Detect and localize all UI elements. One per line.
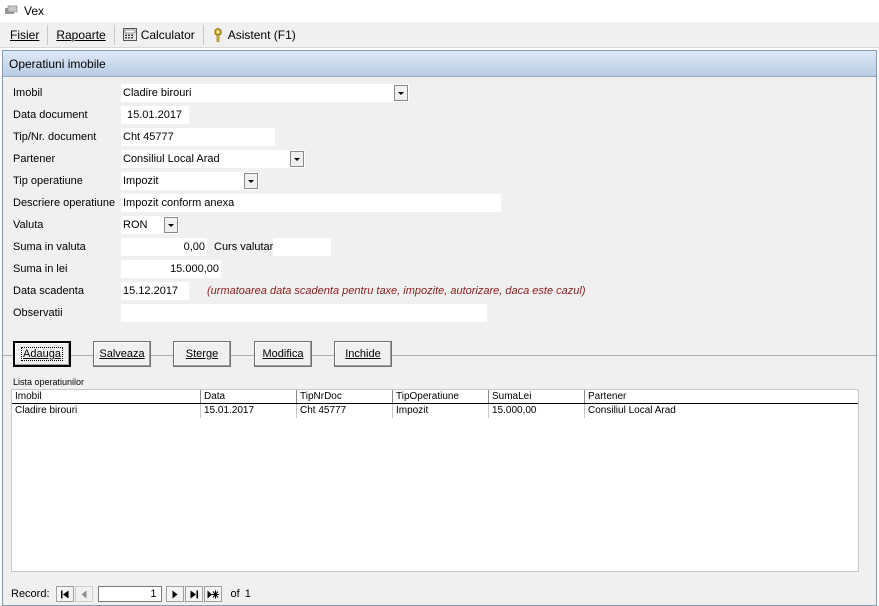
partener-label: Partener: [13, 153, 56, 165]
cell-data: 15.01.2017: [201, 404, 297, 418]
imobil-dropdown-button[interactable]: [394, 85, 408, 101]
chevron-down-icon: [168, 223, 174, 227]
menu-rapoarte[interactable]: Rapoarte: [50, 24, 111, 46]
modifica-button-label: Modifica: [262, 348, 304, 360]
inchide-button-label: Inchide: [345, 348, 381, 360]
help-key-icon: [212, 27, 224, 42]
tip-operatiune-label: Tip operatiune: [13, 175, 83, 187]
chevron-down-icon: [398, 91, 404, 95]
observatii-field[interactable]: [121, 304, 487, 322]
cell-tipoperatiune: Impozit: [393, 404, 489, 418]
partener-dropdown-button[interactable]: [290, 151, 304, 167]
current-record-field[interactable]: 1: [97, 586, 162, 602]
imobil-combo[interactable]: Cladire birouri: [121, 84, 409, 102]
first-record-icon: [60, 590, 69, 598]
suma-in-valuta-field[interactable]: 0,00: [121, 238, 207, 256]
data-scadenta-hint: (urmatoarea data scadenta pentru taxe, i…: [207, 285, 586, 297]
column-header-sumalei[interactable]: SumaLei: [489, 390, 585, 403]
suma-in-lei-label: Suma in lei: [13, 263, 68, 275]
column-header-tipoperatiune[interactable]: TipOperatiune: [393, 390, 489, 403]
suma-in-lei-field[interactable]: 15.000,00: [121, 260, 221, 278]
descriere-operatiune-field[interactable]: Impozit conform anexa: [121, 194, 501, 212]
previous-record-icon: [81, 590, 87, 598]
menu-fisier[interactable]: Fisier: [4, 24, 45, 46]
operations-list[interactable]: Imobil Data TipNrDoc TipOperatiune SumaL…: [11, 389, 859, 572]
observatii-label: Observatii: [13, 307, 63, 319]
last-record-icon: [190, 590, 198, 598]
record-navigator: Record: 1 of 1: [3, 583, 876, 605]
partener-combo[interactable]: Consiliul Local Arad: [121, 150, 305, 168]
record-total: 1: [244, 588, 251, 600]
salveaza-button-label: Salveaza: [99, 348, 145, 360]
new-record-icon: [207, 590, 219, 598]
partener-value: Consiliul Local Arad: [123, 153, 220, 165]
cell-tipnrdoc: Cht 45777: [297, 404, 393, 418]
column-header-data[interactable]: Data: [201, 390, 297, 403]
menu-asistent[interactable]: Asistent (F1): [206, 24, 302, 46]
menu-fisier-label: Fisier: [10, 27, 40, 42]
first-record-button[interactable]: [55, 586, 74, 602]
column-header-tipnrdoc[interactable]: TipNrDoc: [297, 390, 393, 403]
record-of-label: of: [230, 588, 240, 600]
calculator-icon: [122, 28, 137, 41]
chevron-down-icon: [248, 179, 254, 183]
data-document-label: Data document: [13, 109, 88, 121]
tip-nr-document-field[interactable]: Cht 45777: [121, 128, 275, 146]
cell-imobil: Cladire birouri: [12, 404, 201, 418]
descriere-operatiune-label: Descriere operatiune: [13, 197, 116, 209]
menu-rapoarte-label: Rapoarte: [56, 27, 106, 42]
column-header-imobil[interactable]: Imobil: [12, 390, 201, 403]
data-scadenta-field[interactable]: 15.12.2017: [121, 282, 189, 300]
form-body: Imobil Cladire birouri Data document 15.…: [3, 77, 876, 605]
valuta-combo[interactable]: RON: [121, 216, 179, 234]
tip-nr-document-label: Tip/Nr. document: [13, 131, 97, 143]
data-document-field[interactable]: 15.01.2017: [121, 106, 189, 124]
tip-operatiune-dropdown-button[interactable]: [244, 173, 258, 189]
cell-partener: Consiliul Local Arad: [588, 405, 676, 416]
app-icon: [4, 5, 18, 17]
valuta-label: Valuta: [13, 219, 44, 231]
menu-bar: Fisier Rapoarte Calculator Asistent (F1): [0, 22, 879, 48]
valuta-value: RON: [123, 219, 148, 231]
last-record-button[interactable]: [184, 586, 203, 602]
imobil-value: Cladire birouri: [123, 87, 192, 99]
adauga-button[interactable]: Adauga: [13, 341, 71, 367]
next-record-icon: [172, 590, 178, 598]
valuta-dropdown-button[interactable]: [164, 217, 178, 233]
menu-separator: [202, 24, 204, 45]
form-title: Operatiuni imobile: [3, 51, 876, 77]
menu-separator: [47, 24, 49, 45]
list-header: Imobil Data TipNrDoc TipOperatiune SumaL…: [12, 390, 858, 404]
inchide-button[interactable]: Inchide: [334, 341, 392, 367]
new-record-button[interactable]: [203, 586, 222, 602]
menu-calculator-label: Calculator: [140, 27, 195, 42]
next-record-button[interactable]: [165, 586, 184, 602]
adauga-button-label: Adauga: [21, 347, 63, 361]
menu-calculator[interactable]: Calculator: [117, 24, 201, 46]
sterge-button-label: Sterge: [185, 348, 219, 360]
column-header-partener[interactable]: Partener: [585, 390, 858, 403]
modifica-button[interactable]: Modifica: [254, 341, 312, 367]
chevron-down-icon: [294, 157, 300, 161]
tip-operatiune-combo[interactable]: Impozit: [121, 172, 259, 190]
title-bar: Vex: [0, 0, 879, 22]
menu-asistent-label: Asistent (F1): [227, 27, 296, 42]
record-label: Record:: [11, 588, 50, 600]
list-item[interactable]: Cladire birouri 15.01.2017 Cht 45777 Imp…: [12, 404, 858, 418]
window-title: Vex: [24, 4, 45, 18]
cell-sumalei: 15.000,00: [489, 404, 585, 418]
imobil-label: Imobil: [13, 87, 43, 99]
menu-separator: [113, 24, 115, 45]
suma-in-valuta-label: Suma in valuta: [13, 241, 86, 253]
curs-valutar-field[interactable]: [273, 238, 331, 256]
sterge-button[interactable]: Sterge: [173, 341, 231, 367]
tip-operatiune-value: Impozit: [123, 175, 159, 187]
curs-valutar-label: Curs valutar: [214, 241, 274, 253]
data-scadenta-label: Data scadenta: [13, 285, 84, 297]
salveaza-button[interactable]: Salveaza: [93, 341, 151, 367]
previous-record-button[interactable]: [74, 586, 93, 602]
list-caption: Lista operatiunilor: [13, 377, 85, 387]
form-window: Operatiuni imobile Imobil Cladire birour…: [2, 50, 877, 606]
